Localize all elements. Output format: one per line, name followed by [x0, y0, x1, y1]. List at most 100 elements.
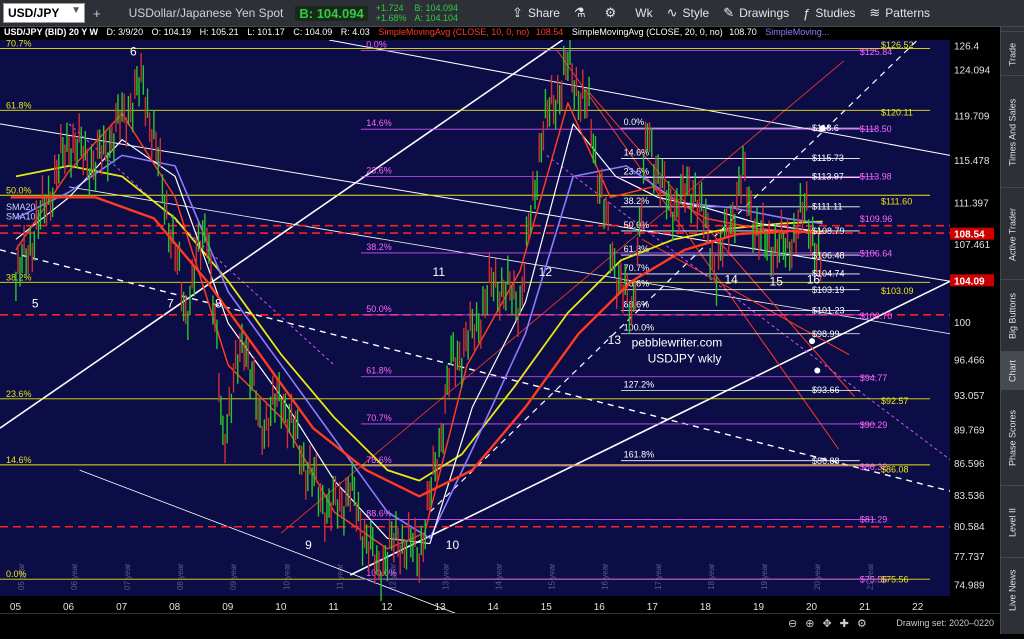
price-level-label: $104.74	[812, 269, 845, 279]
pencil-icon: ✎	[723, 5, 735, 20]
tab-level-ii[interactable]: Level II	[1001, 485, 1024, 558]
right-sidebar: Trade Times And Sales Active Trader Big But…	[1000, 27, 1024, 634]
price-chart[interactable]: 05 year 06 year 07 year 08 year 09 year 10 ye…	[0, 8, 1000, 639]
price-marker-label: 104.09	[954, 276, 985, 287]
wave-label: 12	[539, 265, 553, 279]
price-level-label: $111.11	[812, 202, 843, 212]
share-button[interactable]: ⇪ Share	[512, 5, 560, 21]
price-level-label: $120.11	[881, 107, 913, 117]
price-marker-label: 108.54	[954, 230, 985, 241]
tab-big-buttons[interactable]: Big Buttons	[1001, 279, 1024, 352]
y-tick-label: 86.596	[954, 459, 985, 470]
studies-button[interactable]: ƒ Studies	[803, 6, 855, 21]
plus-icon[interactable]: +	[93, 6, 101, 21]
sma10-label[interactable]: SimpleMovingAvg (CLOSE, 10, 0, no)	[378, 27, 529, 37]
price-level-label: $90.29	[860, 420, 888, 430]
tab-trade[interactable]: Trade	[1001, 31, 1024, 76]
settings-icon[interactable]: ⚙	[857, 618, 875, 630]
price-level-label: $98.99	[812, 329, 840, 339]
bid-price: B: 104.094	[295, 5, 368, 21]
ohlc-range: R: 4.03	[340, 27, 370, 37]
sma20-value: 108.70	[729, 27, 757, 37]
price-level-label: $103.09	[881, 286, 914, 296]
y-tick-label: 126.4	[954, 41, 979, 52]
fib-mid-label: 0.0%	[366, 39, 387, 49]
wave-label: 6	[130, 45, 137, 59]
x-tick-label: 08	[169, 602, 181, 613]
price-level-label: $109.96	[860, 214, 893, 224]
change-value: +1.724	[375, 3, 404, 13]
chart-area[interactable]: 05 year 06 year 07 year 08 year 09 year 10 ye…	[0, 8, 1000, 639]
price-level-label: $111.60	[881, 197, 912, 207]
y-tick-label: 77.737	[954, 552, 985, 563]
y-tick-label: 124.094	[954, 65, 991, 76]
year-watermark: 18 year	[707, 563, 716, 590]
sma10-value: 108.54	[535, 27, 564, 37]
toolbar-button-label: Studies	[815, 6, 856, 20]
zoom-out-icon[interactable]: ⊖	[788, 618, 805, 630]
sma-more-label[interactable]: SimpleMoving...	[765, 27, 829, 37]
x-tick-label: 05	[10, 602, 22, 613]
price-level-label: $125.84	[860, 47, 893, 57]
toolbar-button-label: Patterns	[885, 6, 930, 20]
tab-chart[interactable]: Chart	[1001, 351, 1024, 390]
price-level-label: $113.98	[860, 172, 892, 182]
ask-small: A: 104.104	[414, 13, 459, 23]
fib-white-label: 127.2%	[624, 379, 655, 389]
x-tick-label: 10	[275, 602, 287, 613]
tab-phase-scores[interactable]: Phase Scores	[1001, 389, 1024, 486]
patterns-button[interactable]: ≋ Patterns	[869, 5, 930, 21]
x-tick-label: 14	[488, 602, 500, 613]
y-tick-label: 115.478	[954, 156, 990, 167]
y-tick-label: 74.989	[954, 581, 985, 592]
toolbar-button-label: Drawings	[739, 6, 790, 20]
fib-white-label: 70.7%	[624, 263, 650, 273]
x-tick-label: 15	[541, 602, 553, 613]
price-level-label: $86.88	[812, 456, 840, 466]
symbol-input[interactable]: USD/JPY ▼	[3, 3, 85, 23]
ohlc-close: C: 104.09	[293, 27, 333, 37]
year-watermark: 07 year	[123, 563, 132, 590]
tab-active-trader[interactable]: Active Trader	[1001, 187, 1024, 280]
wave-label: 10	[446, 538, 460, 552]
gear-button[interactable]: ⚙	[605, 5, 622, 21]
tab-live-news[interactable]: Live News	[1001, 557, 1024, 622]
top-toolbar: USD/JPY ▼ + USDollar/Japanese Yen Spot B…	[0, 0, 1024, 27]
fib-mid-label: 38.2%	[366, 242, 392, 252]
price-level-label: $75.56	[881, 575, 909, 585]
fib-left-label: 23.6%	[6, 389, 32, 399]
y-tick-label: 111.397	[954, 199, 989, 210]
zoom-in-icon[interactable]: ⊕	[805, 618, 822, 630]
drawings-button[interactable]: ✎ Drawings	[723, 5, 789, 21]
price-level-label: $106.64	[860, 249, 893, 259]
sma20-label[interactable]: SimpleMovingAvg (CLOSE, 20, 0, no)	[572, 27, 723, 37]
year-watermark: 11 year	[335, 564, 344, 590]
price-level-label: $101.23	[812, 305, 845, 315]
tab-times-and-sales[interactable]: Times And Sales	[1001, 75, 1024, 188]
fib-white-label: 100.0%	[624, 323, 655, 333]
wk-button[interactable]: Wk	[635, 6, 652, 20]
studies-icon: ƒ	[803, 5, 811, 21]
marker-dot	[809, 338, 816, 345]
fib-white-label: 50.0%	[624, 220, 650, 230]
style-button[interactable]: ∿ Style	[667, 5, 710, 21]
wave-label: 7	[167, 297, 174, 311]
crosshair-icon[interactable]: ✚	[840, 618, 857, 630]
year-watermark: 17 year	[654, 563, 663, 590]
change-block: +1.724 +1.68%	[376, 3, 407, 23]
chevron-down-icon[interactable]: ▼	[71, 5, 81, 16]
x-tick-label: 16	[594, 602, 606, 613]
price-level-label: $118.50	[860, 124, 892, 134]
bid-ask-block: B: 104.094 A: 104.104	[414, 3, 458, 23]
year-watermark: 20 year	[813, 563, 822, 590]
symbol-text: USD/JPY	[8, 6, 60, 20]
pan-icon[interactable]: ✥	[822, 618, 839, 630]
x-tick-label: 18	[700, 602, 712, 613]
flask-icon: ⚗	[573, 5, 586, 20]
wave-label: 13	[608, 333, 622, 347]
fib-mid-label: 70.7%	[366, 413, 392, 423]
fib-mid-label: 50.0%	[366, 304, 392, 314]
wave-label: 15	[770, 274, 784, 288]
flask-button[interactable]: ⚗	[574, 5, 591, 21]
x-tick-label: 19	[753, 602, 765, 613]
